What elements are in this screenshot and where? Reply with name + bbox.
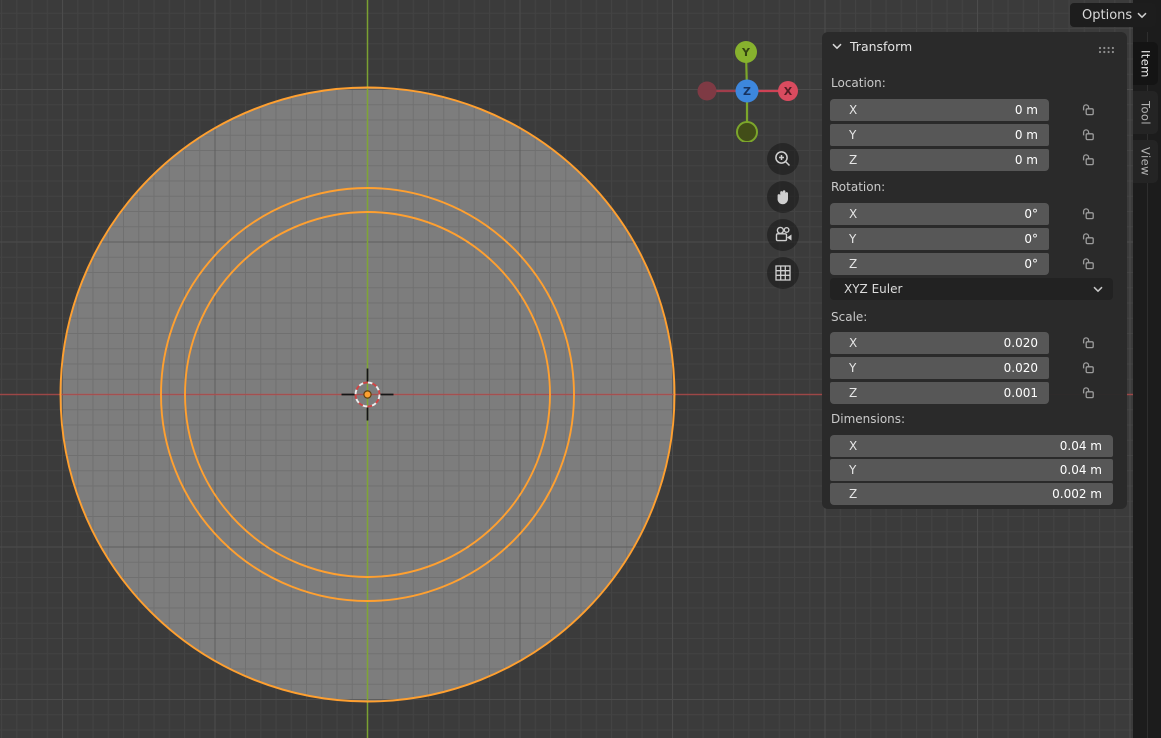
location-z-field[interactable]: Z 0 m [830,149,1049,171]
lock-icon[interactable] [1081,152,1096,167]
location-section-label: Location: [831,76,886,90]
gizmo-y-label: Y [741,46,751,59]
camera-view-button[interactable] [767,219,799,251]
chevron-down-icon [1093,286,1103,293]
tab-label: Tool [1139,101,1153,125]
object-origin-dot [364,391,371,398]
blender-3d-viewport: Y X Z [0,0,1161,738]
sidebar-scrollbar[interactable] [1147,32,1148,738]
options-button[interactable]: Options [1070,3,1156,27]
lock-icon[interactable] [1081,360,1096,375]
field-axis-label: X [849,103,857,117]
field-value: 0.04 m [1060,463,1102,477]
rotation-mode-value: XYZ Euler [844,282,902,296]
field-value: 0° [1024,257,1038,271]
tab-label: Item [1139,50,1153,78]
gizmo-x-label: X [784,85,793,98]
rotation-section-label: Rotation: [831,180,885,194]
field-value: 0 m [1015,128,1038,142]
transform-panel: Transform Location: X 0 m Y 0 m Z 0 m Ro… [822,32,1127,509]
field-axis-label: Y [849,232,856,246]
lock-icon[interactable] [1081,206,1096,221]
field-axis-label: X [849,207,857,221]
movie-camera-icon [771,223,795,247]
zoom-button[interactable] [767,143,799,175]
lock-icon[interactable] [1081,256,1096,271]
field-axis-label: Y [849,463,856,477]
field-axis-label: X [849,336,857,350]
field-axis-label: X [849,439,857,453]
field-axis-label: Z [849,153,857,167]
field-value: 0 m [1015,153,1038,167]
gizmo-y-ball[interactable]: Y [735,41,757,63]
gizmo-x-ball[interactable]: X [778,81,798,101]
field-value: 0° [1024,207,1038,221]
rotation-x-field[interactable]: X 0° [830,203,1049,225]
pan-button[interactable] [767,181,799,213]
grid-icon [771,261,795,285]
lock-icon[interactable] [1081,102,1096,117]
gizmo-y-negative-ball[interactable] [737,122,757,142]
field-axis-label: Z [849,257,857,271]
gizmo-z-ball[interactable]: Z [736,80,759,103]
field-value: 0.001 [1004,386,1038,400]
panel-collapse-chevron-icon [832,43,842,50]
sidebar-tab-view[interactable]: View [1133,140,1158,183]
transform-panel-header[interactable]: Transform [832,39,912,54]
field-axis-label: Z [849,487,857,501]
gizmo-x-negative-ball[interactable] [698,82,717,101]
rotation-z-field[interactable]: Z 0° [830,253,1049,275]
dimensions-y-field[interactable]: Y 0.04 m [830,459,1113,481]
axis-gizmo[interactable]: Y X Z [690,30,806,142]
lock-icon[interactable] [1081,385,1096,400]
rotation-y-field[interactable]: Y 0° [830,228,1049,250]
dimensions-x-field[interactable]: X 0.04 m [830,435,1113,457]
location-x-field[interactable]: X 0 m [830,99,1049,121]
field-value: 0.020 [1004,336,1038,350]
dimensions-z-field[interactable]: Z 0.002 m [830,483,1113,505]
field-value: 0 m [1015,103,1038,117]
field-axis-label: Y [849,361,856,375]
scale-y-field[interactable]: Y 0.020 [830,357,1049,379]
panel-title: Transform [850,39,912,54]
chevron-down-icon [1137,12,1147,19]
hand-icon [771,185,795,209]
lock-icon[interactable] [1081,231,1096,246]
rotation-mode-dropdown[interactable]: XYZ Euler [830,278,1113,300]
field-value: 0° [1024,232,1038,246]
tab-label: View [1139,147,1153,176]
sidebar-tab-item[interactable]: Item [1133,42,1158,85]
scale-section-label: Scale: [831,310,867,324]
lock-icon[interactable] [1081,127,1096,142]
scale-z-field[interactable]: Z 0.001 [830,382,1049,404]
grid-orthographic-button[interactable] [767,257,799,289]
location-y-field[interactable]: Y 0 m [830,124,1049,146]
field-axis-label: Z [849,386,857,400]
dimensions-section-label: Dimensions: [831,412,905,426]
drag-grip-icon[interactable] [1098,46,1115,54]
lock-icon[interactable] [1081,335,1096,350]
field-value: 0.020 [1004,361,1038,375]
field-value: 0.002 m [1052,487,1102,501]
field-value: 0.04 m [1060,439,1102,453]
sidebar-tab-tool[interactable]: Tool [1133,91,1158,134]
magnifier-plus-icon [771,147,795,171]
field-axis-label: Y [849,128,856,142]
options-label: Options [1082,8,1132,23]
scale-x-field[interactable]: X 0.020 [830,332,1049,354]
gizmo-z-label: Z [743,85,751,98]
